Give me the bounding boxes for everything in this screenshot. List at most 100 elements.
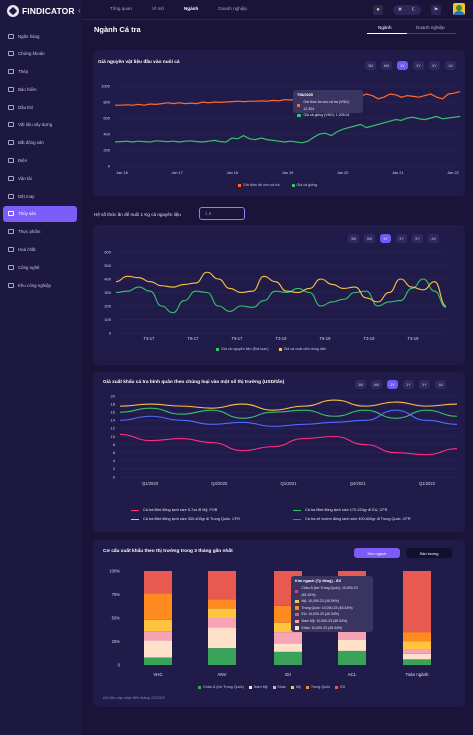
chart4-tooltip-row: Châu Á (trừ Trung Quốc): 10,000.23 (45.3…: [295, 585, 369, 598]
y-tick-label: 16: [111, 410, 116, 415]
chart4-tooltip-row: EU: 10,000.23 (45.34%): [295, 611, 369, 618]
x-tick-label: T6-17: [188, 336, 200, 341]
chart4-tooltip-row: Mỹ: 10,000.23 (45.34%): [295, 598, 369, 605]
y-tick-label: 14: [111, 418, 116, 423]
x-tick-label: Jan 16: [116, 171, 127, 175]
stack-segment[interactable]: [274, 632, 302, 644]
stack-segment[interactable]: [208, 618, 236, 628]
oil-icon: [8, 104, 14, 110]
kim-ngach-button[interactable]: Kim ngạch: [354, 548, 400, 558]
stack-segment[interactable]: [208, 627, 236, 649]
building-icon: [8, 140, 14, 146]
chart3-legend-item: Cá tra fillet đông lạnh size 170-220gr đ…: [293, 508, 387, 512]
stack-segment[interactable]: [403, 571, 431, 633]
sidebar-item[interactable]: Hoá chất: [3, 242, 77, 258]
x-tick-label: ANV: [217, 672, 226, 677]
tools-icon: [8, 122, 14, 128]
sidebar-item[interactable]: Thủy sản: [3, 205, 77, 222]
sidebar-item[interactable]: Thép: [3, 64, 77, 80]
stack-segment[interactable]: [144, 619, 172, 632]
stack-segment[interactable]: [208, 608, 236, 618]
sidebar-item[interactable]: Ngân hàng: [3, 28, 77, 44]
chart2-legend: Giá cá nguyên liệu (Đài loan) Giá cá xuấ…: [211, 347, 326, 351]
y-tick-label: 20: [111, 393, 116, 398]
sun-icon[interactable]: ☀: [398, 7, 403, 13]
stack-segment[interactable]: [208, 599, 236, 609]
stack-segment[interactable]: [144, 593, 172, 620]
tab-nganh[interactable]: Ngành: [378, 25, 392, 30]
y-tick-label: 100: [104, 317, 111, 322]
sidebar-item-label: Khu công nghiệp: [18, 282, 51, 288]
brand-logo[interactable]: FINDICATOR: [7, 5, 75, 17]
feed-ratio-input[interactable]: 1.5: [199, 207, 245, 220]
stack-segment[interactable]: [403, 632, 431, 642]
chemical-icon: [8, 247, 14, 253]
sidebar-item[interactable]: Bảo hiểm: [3, 81, 77, 97]
sidebar-item[interactable]: Khu công nghiệp: [3, 277, 77, 293]
y-tick-label: 4: [113, 458, 116, 463]
top-tab[interactable]: Tổng quan: [110, 6, 132, 11]
sidebar-item[interactable]: Công nghệ: [3, 259, 77, 275]
stack-segment[interactable]: [274, 643, 302, 652]
sidebar-item[interactable]: Vận tải: [3, 170, 77, 186]
y-tick-label: 25%: [112, 639, 121, 644]
stack-segment[interactable]: [208, 648, 236, 665]
stack-segment[interactable]: [403, 659, 431, 665]
sidebar-item-label: Dầu khí: [18, 104, 34, 110]
y-tick-label: 6: [113, 450, 116, 455]
stack-segment[interactable]: [274, 651, 302, 665]
textile-icon: [8, 193, 14, 199]
user-avatar[interactable]: [453, 3, 465, 15]
food-icon: [8, 229, 14, 235]
language-flag-icon[interactable]: ⚑: [431, 5, 441, 15]
stack-segment[interactable]: [403, 653, 431, 660]
sidebar-item[interactable]: Vật liệu xây dựng: [3, 117, 77, 133]
sidebar-item[interactable]: Dệt may: [3, 188, 77, 204]
stack-segment[interactable]: [144, 657, 172, 665]
top-tab[interactable]: Doanh nghiệp: [218, 6, 247, 11]
top-tab[interactable]: Vĩ mô: [152, 6, 164, 11]
stack-segment[interactable]: [403, 649, 431, 654]
collapse-sidebar-icon[interactable]: ‹: [78, 6, 81, 15]
stack-segment[interactable]: [144, 631, 172, 641]
sidebar-item[interactable]: Điện: [3, 153, 77, 169]
sidebar-item-label: Thủy sản: [18, 211, 37, 217]
sidebar-item[interactable]: Dầu khí: [3, 99, 77, 115]
stack-segment[interactable]: [403, 641, 431, 650]
x-tick-label: Q4/2020: [211, 481, 228, 486]
y-tick-label: 8: [113, 442, 116, 447]
y-tick-label: 12: [111, 426, 116, 431]
notification-bell-icon[interactable]: ●: [373, 5, 383, 15]
y-tick-label: 0: [108, 163, 111, 168]
top-tabs: Tổng quan Vĩ mô Ngành Doanh nghiệp: [110, 6, 267, 11]
sidebar-item[interactable]: Thực phẩm: [3, 224, 77, 240]
theme-toggle[interactable]: ☀ ☾: [393, 5, 421, 15]
chart3-legend-item: Cá tra fillet đông lạnh size 300-400gr đ…: [131, 517, 240, 521]
raw-material-price-card: Giá nguyên vật liệu đầu vào nuôi cá 3M 6M…: [93, 50, 465, 196]
stack-segment[interactable]: [338, 650, 366, 665]
sidebar-item[interactable]: Chứng khoán: [3, 46, 77, 62]
chart1-tooltip-row: Giá thức ăn cho cá tra (VND): 12,304: [297, 99, 359, 112]
x-tick-label: Q4/2021: [350, 481, 367, 486]
stack-segment[interactable]: [144, 571, 172, 594]
swatch: [295, 626, 299, 630]
series-line: [114, 115, 461, 144]
x-tick-label: T3-17: [144, 336, 156, 341]
tab-doanh-nghiep[interactable]: Doanh nghiệp: [416, 25, 445, 30]
x-tick-label: Jan 17: [171, 171, 182, 175]
fish-icon: [8, 211, 14, 217]
y-tick-label: 100%: [109, 568, 120, 573]
san-luong-button[interactable]: Sản lượng: [406, 548, 452, 558]
top-tab[interactable]: Ngành: [184, 6, 198, 11]
x-tick-label: T3-19: [408, 336, 420, 341]
x-tick-label: IDI: [285, 672, 291, 677]
stack-segment[interactable]: [338, 639, 366, 651]
chart1-tooltip-title: T08/2020: [297, 93, 314, 97]
sidebar-item[interactable]: Bất động sản: [3, 135, 77, 151]
moon-icon[interactable]: ☾: [412, 7, 417, 13]
y-tick-label: 800: [103, 99, 110, 104]
stack-segment[interactable]: [144, 640, 172, 658]
stack-segment[interactable]: [208, 571, 236, 600]
sidebar: FINDICATOR ‹ Ngân hàng Chứng khoán Thép Bảo…: [0, 0, 82, 735]
sidebar-item-label: Thực phẩm: [18, 229, 41, 235]
